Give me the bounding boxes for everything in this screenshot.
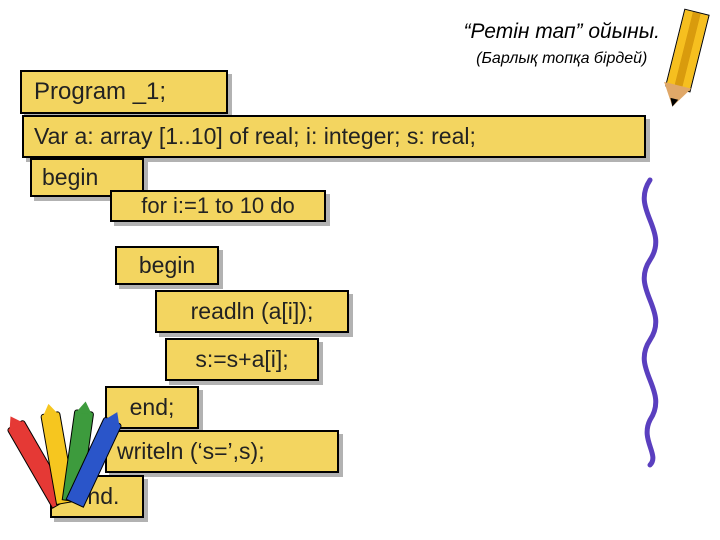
pencil-icon	[651, 6, 718, 114]
game-subtitle: (Барлық топқа бірдей)	[464, 50, 661, 68]
code-line-for[interactable]: for i:=1 to 10 do	[110, 190, 326, 222]
header: “Ретін тап” ойыны. (Барлық топқа бірдей)	[464, 20, 661, 68]
code-line-readln[interactable]: readln (a[i]);	[155, 290, 349, 333]
code-line-sum[interactable]: s:=s+a[i];	[165, 338, 319, 381]
game-title: “Ретін тап” ойыны.	[464, 20, 661, 44]
squiggle-icon	[620, 170, 680, 470]
code-line-program[interactable]: Program _1;	[20, 70, 228, 114]
code-line-writeln[interactable]: writeln (‘s=’,s);	[105, 430, 339, 473]
crayons-icon	[10, 400, 130, 510]
code-line-begin2[interactable]: begin	[115, 246, 219, 285]
code-line-var[interactable]: Var a: array [1..10] of real; i: integer…	[22, 115, 646, 158]
